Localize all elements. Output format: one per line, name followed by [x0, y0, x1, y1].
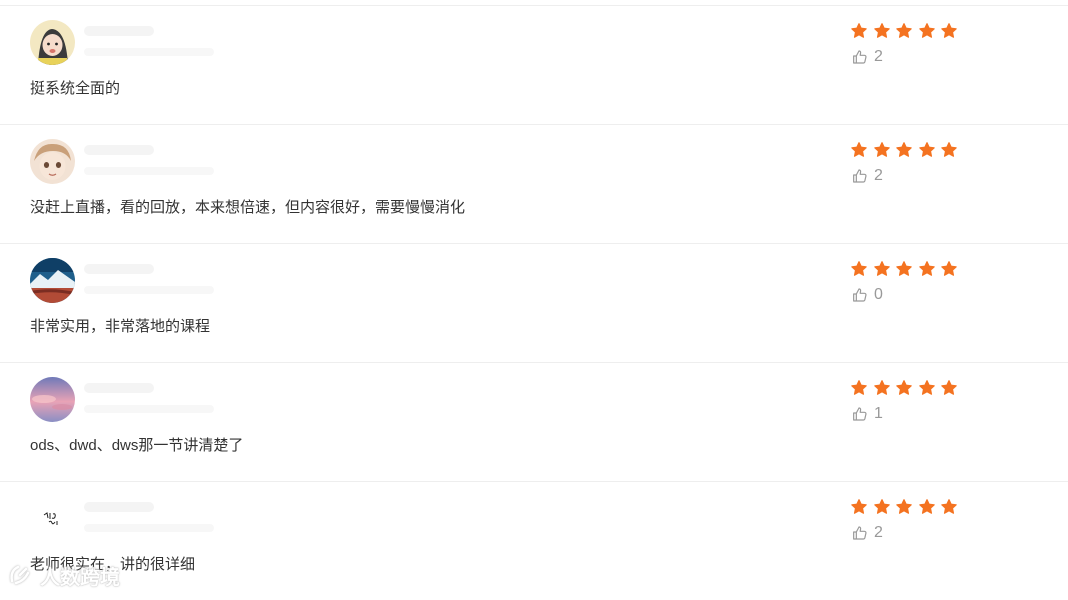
star-icon [850, 379, 868, 397]
sunset-sky-avatar-icon [30, 377, 75, 422]
like-button[interactable]: 2 [852, 49, 883, 65]
review-meta-blurred [84, 48, 214, 56]
thumbs-up-icon [852, 49, 868, 65]
star-icon [918, 141, 936, 159]
review-list: 挺系统全面的 2 没赶上直播，看的回放，本来想倍速，但内容很好，需要慢慢消化 2… [0, 6, 1068, 600]
rating-stars [850, 379, 963, 397]
star-icon [940, 141, 958, 159]
handwriting-avatar-icon [30, 496, 75, 541]
review-item: 挺系统全面的 2 [0, 6, 1068, 125]
anime-face-avatar-icon [30, 139, 75, 184]
username-blurred [84, 145, 154, 155]
review-item: ods、dwd、dws那一节讲清楚了 1 [0, 363, 1068, 482]
rating-stars [850, 22, 963, 40]
star-icon [895, 260, 913, 278]
star-icon [873, 379, 891, 397]
like-button[interactable]: 2 [852, 168, 883, 184]
like-button[interactable]: 0 [852, 287, 883, 303]
like-button[interactable]: 1 [852, 406, 883, 422]
username-blurred [84, 264, 154, 274]
star-icon [850, 22, 868, 40]
rating-stars [850, 141, 963, 159]
star-icon [940, 379, 958, 397]
star-icon [873, 260, 891, 278]
like-count: 2 [874, 48, 883, 65]
user-avatar[interactable] [30, 139, 75, 184]
rating-stars [850, 498, 963, 516]
username-blurred [84, 26, 154, 36]
watermark: 人数跨境 [8, 560, 120, 590]
review-meta-blurred [84, 286, 214, 294]
review-meta-blurred [84, 405, 214, 413]
thumbs-up-icon [852, 287, 868, 303]
username-blurred [84, 502, 154, 512]
review-meta-blurred [84, 524, 214, 532]
review-comment: ods、dwd、dws那一节讲清楚了 [30, 437, 244, 454]
star-icon [940, 260, 958, 278]
review-item: 非常实用，非常落地的课程 0 [0, 244, 1068, 363]
review-item: 没赶上直播，看的回放，本来想倍速，但内容很好，需要慢慢消化 2 [0, 125, 1068, 244]
star-icon [850, 498, 868, 516]
review-comment: 挺系统全面的 [30, 80, 121, 97]
thumbs-up-icon [852, 168, 868, 184]
star-icon [895, 379, 913, 397]
star-icon [850, 260, 868, 278]
star-icon [895, 498, 913, 516]
like-button[interactable]: 2 [852, 525, 883, 541]
like-count: 2 [874, 167, 883, 184]
review-comment: 非常实用，非常落地的课程 [30, 318, 211, 335]
review-item: 老师很实在，讲的很详细 2 [0, 482, 1068, 600]
star-icon [850, 141, 868, 159]
user-avatar[interactable] [30, 258, 75, 303]
star-icon [940, 22, 958, 40]
star-icon [918, 260, 936, 278]
star-icon [895, 22, 913, 40]
star-icon [918, 22, 936, 40]
like-count: 0 [874, 286, 883, 303]
user-avatar[interactable] [30, 20, 75, 65]
star-icon [918, 379, 936, 397]
mountain-landscape-avatar-icon [30, 258, 75, 303]
star-icon [940, 498, 958, 516]
thumbs-up-icon [852, 525, 868, 541]
review-comment: 没赶上直播，看的回放，本来想倍速，但内容很好，需要慢慢消化 [30, 199, 466, 216]
review-meta-blurred [84, 167, 214, 175]
cartoon-girl-avatar-icon [30, 20, 75, 65]
star-icon [895, 141, 913, 159]
star-icon [873, 141, 891, 159]
brand-logo-icon [8, 563, 34, 587]
star-icon [873, 498, 891, 516]
star-icon [873, 22, 891, 40]
rating-stars [850, 260, 963, 278]
thumbs-up-icon [852, 406, 868, 422]
star-icon [918, 498, 936, 516]
username-blurred [84, 383, 154, 393]
user-avatar[interactable] [30, 377, 75, 422]
user-avatar[interactable] [30, 496, 75, 541]
watermark-text: 人数跨境 [40, 566, 120, 589]
like-count: 2 [874, 524, 883, 541]
like-count: 1 [874, 405, 883, 422]
